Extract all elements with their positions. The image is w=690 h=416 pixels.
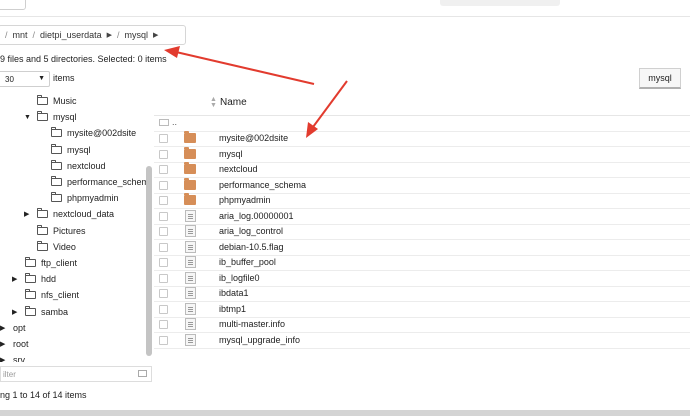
annotation-arrowhead <box>164 46 180 58</box>
annotation-arrow-line <box>175 51 315 85</box>
annotation-arrows <box>164 46 348 138</box>
annotation-arrowhead <box>306 122 318 138</box>
annotation-arrow-line <box>312 80 348 128</box>
